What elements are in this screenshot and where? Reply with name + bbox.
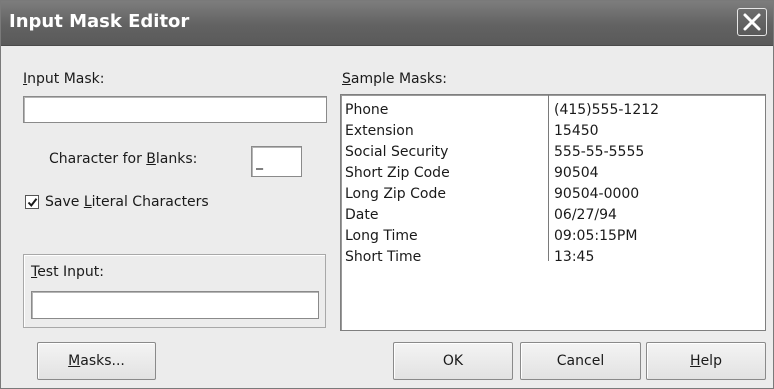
- save-literal-label: Save Literal Characters: [45, 194, 209, 210]
- checkmark-icon: [27, 198, 38, 208]
- sample-masks-list[interactable]: Phone (415)555-1212 Extension 15450 Soci…: [340, 94, 766, 331]
- cancel-button[interactable]: Cancel: [520, 342, 641, 380]
- sample-masks-label: Sample Masks:: [342, 71, 448, 87]
- sample-mask-name: Extension: [345, 123, 414, 139]
- test-input-label: Test Input:: [31, 264, 105, 280]
- sample-mask-value: 15450: [554, 123, 599, 139]
- sample-mask-name: Short Zip Code: [345, 165, 450, 181]
- test-input-field[interactable]: [31, 291, 319, 319]
- input-mask-editor-dialog: Input Mask Editor Input Mask: Character …: [0, 0, 774, 389]
- masks-button[interactable]: Masks...: [37, 342, 156, 380]
- dialog-title: Input Mask Editor: [9, 11, 190, 32]
- sample-mask-value: 90504: [554, 165, 599, 181]
- sample-mask-name: Long Time: [345, 228, 418, 244]
- blanks-label: Character for Blanks:: [49, 151, 198, 167]
- sample-mask-row[interactable]: Short Zip Code 90504: [341, 164, 765, 185]
- sample-mask-value: 13:45: [554, 249, 595, 265]
- close-button[interactable]: [737, 8, 767, 36]
- ok-button[interactable]: OK: [393, 342, 513, 380]
- blanks-character-field[interactable]: [251, 146, 302, 177]
- sample-mask-row[interactable]: Social Security 555-55-5555: [341, 143, 765, 164]
- sample-mask-name: Social Security: [345, 144, 449, 160]
- title-bar: Input Mask Editor: [1, 1, 773, 46]
- sample-mask-name: Phone: [345, 102, 389, 118]
- sample-mask-name: Date: [345, 207, 379, 223]
- save-literal-checkbox[interactable]: [25, 195, 39, 209]
- sample-mask-name: Short Time: [345, 249, 422, 265]
- sample-mask-row[interactable]: Extension 15450: [341, 122, 765, 143]
- sample-mask-value: 90504-0000: [554, 186, 640, 202]
- sample-mask-value: 09:05:15PM: [554, 228, 638, 244]
- sample-mask-value: 555-55-5555: [554, 144, 645, 160]
- sample-mask-value: 06/27/94: [554, 207, 617, 223]
- sample-mask-name: Long Zip Code: [345, 186, 446, 202]
- sample-mask-row[interactable]: Date 06/27/94: [341, 206, 765, 227]
- input-mask-label: Input Mask:: [23, 71, 105, 87]
- help-button[interactable]: Help: [646, 342, 766, 380]
- sample-mask-row[interactable]: Long Zip Code 90504-0000: [341, 185, 765, 206]
- sample-mask-row[interactable]: Short Time 13:45: [341, 248, 765, 269]
- close-icon: [743, 13, 761, 31]
- sample-mask-row[interactable]: Long Time 09:05:15PM: [341, 227, 765, 248]
- input-mask-field[interactable]: [23, 96, 327, 123]
- sample-mask-value: (415)555-1212: [554, 102, 660, 118]
- sample-mask-row[interactable]: Phone (415)555-1212: [341, 101, 765, 122]
